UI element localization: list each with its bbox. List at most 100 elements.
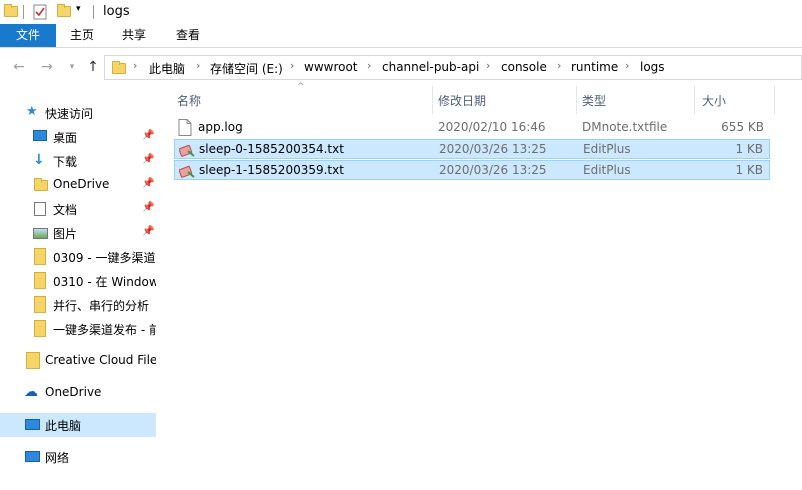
- pictures-icon: [33, 228, 48, 239]
- pin-icon[interactable]: 📌: [142, 154, 154, 165]
- breadcrumb-console[interactable]: console: [501, 60, 547, 74]
- chevron-right-icon[interactable]: ›: [367, 59, 371, 72]
- network-icon: [25, 451, 40, 462]
- sidebar-item-label: 此电脑: [45, 419, 82, 433]
- breadcrumb-runtime[interactable]: runtime: [571, 60, 618, 74]
- chevron-right-icon[interactable]: ›: [290, 59, 294, 72]
- breadcrumb-logs[interactable]: logs: [640, 60, 665, 74]
- text-file-icon: [178, 119, 192, 136]
- new-folder-icon[interactable]: [57, 4, 71, 17]
- sidebar-item-quick-access[interactable]: ★ 快速访问: [0, 101, 156, 125]
- chevron-right-icon[interactable]: ›: [625, 59, 629, 72]
- tab-file[interactable]: 文件: [0, 24, 56, 47]
- file-type: EditPlus: [583, 142, 631, 156]
- chevron-right-icon[interactable]: ›: [486, 59, 490, 72]
- sidebar-item-desktop[interactable]: 桌面 📌: [0, 125, 156, 149]
- sidebar-item-folder-0310[interactable]: 0310 - 在 Window: [0, 269, 156, 293]
- desktop-icon: [33, 130, 47, 141]
- folder-icon: [112, 61, 126, 74]
- sidebar-item-folder-0309[interactable]: 0309 - 一键多渠道: [0, 245, 156, 269]
- file-date: 2020/03/26 13:25: [439, 163, 547, 177]
- tab-home[interactable]: 主页: [58, 24, 106, 47]
- sidebar-item-this-pc[interactable]: 此电脑: [0, 413, 156, 437]
- pin-icon[interactable]: 📌: [142, 226, 154, 237]
- column-divider[interactable]: [774, 86, 775, 114]
- breadcrumb-wwwroot[interactable]: wwwroot: [304, 60, 358, 74]
- folder-icon: [34, 296, 46, 313]
- file-row[interactable]: app.log 2020/02/10 16:46 DMnote.txtfile …: [174, 118, 770, 138]
- sidebar-item-label: 下载: [53, 155, 78, 169]
- tab-view[interactable]: 查看: [164, 24, 212, 47]
- sidebar-item-label: 并行、串行的分析: [53, 299, 150, 313]
- folder-icon: [34, 248, 46, 265]
- up-arrow-icon[interactable]: ↑: [84, 58, 102, 76]
- chevron-right-icon[interactable]: ›: [557, 59, 561, 72]
- sidebar-item-downloads[interactable]: ↓ 下载 📌: [0, 149, 156, 173]
- file-type: EditPlus: [583, 163, 631, 177]
- column-header-name[interactable]: 名称: [174, 90, 432, 112]
- star-icon: ★: [26, 104, 38, 119]
- separator: [23, 5, 24, 19]
- file-row[interactable]: sleep-1-1585200359.txt 2020/03/26 13:25 …: [174, 160, 770, 180]
- creative-cloud-folder-icon: [26, 352, 40, 369]
- sidebar-item-folder-parallel[interactable]: 并行、串行的分析: [0, 293, 156, 317]
- column-header-size[interactable]: 大小: [695, 90, 773, 112]
- sidebar-item-creative-cloud[interactable]: Creative Cloud Files: [0, 349, 156, 373]
- column-header-date[interactable]: 修改日期: [433, 90, 576, 112]
- file-name: sleep-1-1585200359.txt: [199, 163, 344, 177]
- sidebar-item-label: 一键多渠道发布 - 前: [53, 323, 156, 337]
- window-title: logs: [103, 4, 130, 19]
- pin-icon[interactable]: 📌: [142, 178, 154, 189]
- title-bar: ▾ logs: [0, 0, 802, 24]
- cloud-icon: ☁: [24, 384, 38, 400]
- properties-icon[interactable]: [33, 3, 47, 23]
- sidebar-item-label: Creative Cloud Files: [45, 353, 156, 367]
- sidebar-item-label: 文档: [53, 203, 78, 217]
- navigation-bar: ← → ▾ ↑ › 此电脑 › 存储空间 (E:) › wwwroot › ch…: [0, 52, 802, 82]
- file-size: 655 KB: [721, 120, 764, 134]
- sidebar-item-label: 0310 - 在 Window: [53, 275, 156, 289]
- sidebar-item-label: OneDrive: [53, 177, 110, 191]
- sidebar-item-onedrive[interactable]: ☁ OneDrive: [0, 381, 156, 405]
- sidebar-item-label: 图片: [53, 227, 78, 241]
- navigation-pane: ★ 快速访问 桌面 📌 ↓ 下载 📌 OneDrive 📌 文档 📌 图片 📌 …: [0, 92, 156, 490]
- sidebar-item-label: OneDrive: [45, 385, 102, 399]
- file-date: 2020/02/10 16:46: [438, 120, 546, 134]
- separator: [93, 5, 94, 19]
- forward-arrow-icon[interactable]: →: [38, 58, 56, 76]
- breadcrumb-this-pc[interactable]: 此电脑: [149, 60, 185, 77]
- sidebar-item-folder-publish[interactable]: 一键多渠道发布 - 前: [0, 317, 156, 341]
- tab-share[interactable]: 共享: [110, 24, 158, 47]
- file-size: 1 KB: [735, 163, 763, 177]
- file-name: app.log: [198, 120, 243, 134]
- address-bar[interactable]: › 此电脑 › 存储空间 (E:) › wwwroot › channel-pu…: [104, 55, 802, 80]
- folder-icon: [34, 320, 46, 337]
- recent-locations-icon[interactable]: ▾: [63, 58, 81, 76]
- sidebar-item-label: 桌面: [53, 131, 78, 145]
- sidebar-item-network[interactable]: 网络: [0, 445, 156, 469]
- chevron-down-icon[interactable]: ▾: [76, 4, 81, 14]
- sidebar-item-label: 快速访问: [45, 107, 94, 121]
- editplus-file-icon: [178, 162, 195, 179]
- file-date: 2020/03/26 13:25: [439, 142, 547, 156]
- breadcrumb-channel-pub-api[interactable]: channel-pub-api: [382, 60, 479, 74]
- sidebar-item-pictures[interactable]: 图片 📌: [0, 221, 156, 245]
- file-list: ^ 名称 修改日期 类型 大小 app.log 2020/02/10 16:46…: [157, 82, 802, 490]
- file-name: sleep-0-1585200354.txt: [199, 142, 344, 156]
- sidebar-item-label: 网络: [45, 451, 70, 465]
- folder-icon: [4, 4, 18, 17]
- ribbon: 文件 主页 共享 查看: [0, 24, 802, 48]
- editplus-file-icon: [178, 141, 195, 158]
- column-header-type[interactable]: 类型: [577, 90, 694, 112]
- sidebar-item-documents[interactable]: 文档 📌: [0, 197, 156, 221]
- download-icon: ↓: [33, 152, 45, 168]
- pin-icon[interactable]: 📌: [142, 130, 154, 141]
- back-arrow-icon[interactable]: ←: [10, 58, 28, 76]
- chevron-right-icon[interactable]: ›: [133, 59, 137, 72]
- breadcrumb-drive-e[interactable]: 存储空间 (E:): [210, 60, 283, 77]
- chevron-right-icon[interactable]: ›: [196, 59, 200, 72]
- sidebar-item-onedrive-pinned[interactable]: OneDrive 📌: [0, 173, 156, 197]
- sidebar-item-label: 0309 - 一键多渠道: [53, 251, 156, 265]
- file-row[interactable]: sleep-0-1585200354.txt 2020/03/26 13:25 …: [174, 139, 770, 159]
- pin-icon[interactable]: 📌: [142, 202, 154, 213]
